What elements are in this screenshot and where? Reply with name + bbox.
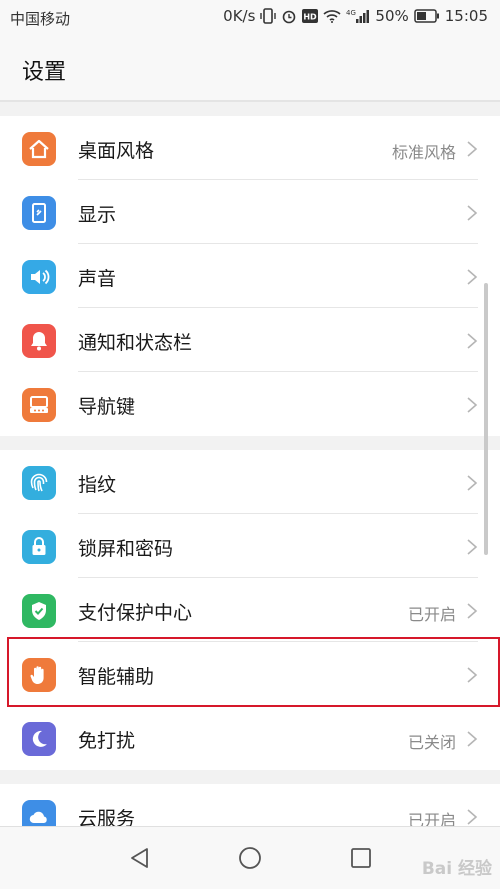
network-type-label: 4G bbox=[346, 9, 356, 17]
setting-row-display[interactable]: 显示 bbox=[0, 180, 500, 244]
wifi-icon bbox=[323, 9, 341, 23]
back-triangle-icon bbox=[131, 848, 148, 868]
battery-icon bbox=[414, 9, 440, 23]
setting-row-fingerprint[interactable]: 指纹 bbox=[0, 450, 500, 514]
chevron-right-icon bbox=[467, 731, 478, 747]
chevron-right-icon bbox=[467, 809, 478, 825]
group-gap bbox=[0, 102, 500, 116]
chevron-right-icon bbox=[467, 539, 478, 555]
setting-row-sound[interactable]: 声音 bbox=[0, 244, 500, 308]
setting-row-payment-protection[interactable]: 支付保护中心 已开启 bbox=[0, 578, 500, 642]
chevron-right-icon bbox=[467, 333, 478, 349]
page-title: 设置 bbox=[22, 60, 67, 85]
carrier-label: 中国移动 bbox=[10, 10, 71, 28]
group-gap bbox=[0, 770, 500, 784]
recent-square-icon bbox=[351, 848, 371, 868]
alarm-icon bbox=[281, 8, 297, 24]
display-icon bbox=[22, 196, 56, 230]
setting-row-lock-screen[interactable]: 锁屏和密码 bbox=[0, 514, 500, 578]
clock: 15:05 bbox=[444, 7, 488, 25]
setting-label: 通知和状态栏 bbox=[78, 332, 193, 354]
fingerprint-icon bbox=[22, 466, 56, 500]
setting-label: 桌面风格 bbox=[78, 140, 155, 162]
chevron-right-icon bbox=[467, 603, 478, 619]
baidu-watermark: Bai 经验 bbox=[421, 859, 492, 879]
svg-text:HD: HD bbox=[304, 13, 318, 22]
home-icon bbox=[22, 132, 56, 166]
home-circle-icon bbox=[239, 847, 261, 869]
network-speed: 0K/s bbox=[223, 7, 256, 25]
status-bar: 中国移动 0K/s HD 4G 50% 15:05 bbox=[0, 0, 500, 34]
chevron-right-icon bbox=[467, 397, 478, 413]
setting-label: 智能辅助 bbox=[78, 666, 155, 688]
chevron-right-icon bbox=[467, 205, 478, 221]
settings-list: 桌面风格 标准风格 显示 声音 通知和状态栏 导航键 指纹 锁屏和密码 支付保护… bbox=[0, 102, 500, 848]
setting-value: 已关闭 bbox=[407, 733, 456, 752]
setting-label: 支付保护中心 bbox=[78, 602, 193, 624]
vibrate-icon bbox=[260, 8, 277, 24]
setting-label: 声音 bbox=[78, 268, 117, 290]
recent-apps-button[interactable] bbox=[348, 845, 374, 871]
moon-icon bbox=[22, 722, 56, 756]
setting-label: 锁屏和密码 bbox=[78, 538, 174, 560]
setting-label: 导航键 bbox=[78, 396, 136, 418]
setting-value: 已开启 bbox=[407, 605, 456, 624]
status-icons: 0K/s HD 4G 50% 15:05 bbox=[223, 7, 488, 25]
setting-row-smart-assistance[interactable]: 智能辅助 bbox=[0, 642, 500, 706]
chevron-right-icon bbox=[467, 667, 478, 683]
speaker-icon bbox=[22, 260, 56, 294]
navigation-bar: Bai 经验 bbox=[0, 826, 500, 889]
setting-row-notifications[interactable]: 通知和状态栏 bbox=[0, 308, 500, 372]
home-button[interactable] bbox=[237, 845, 263, 871]
group-gap bbox=[0, 436, 500, 450]
signal-icon: 4G bbox=[346, 8, 370, 24]
chevron-right-icon bbox=[467, 141, 478, 157]
shield-check-icon bbox=[22, 594, 56, 628]
setting-value: 标准风格 bbox=[391, 143, 456, 162]
bell-icon bbox=[22, 324, 56, 358]
back-button[interactable] bbox=[126, 845, 152, 871]
setting-row-desktop-style[interactable]: 桌面风格 标准风格 bbox=[0, 116, 500, 180]
setting-label: 指纹 bbox=[78, 474, 117, 496]
setting-row-navigation-keys[interactable]: 导航键 bbox=[0, 372, 500, 436]
setting-label: 免打扰 bbox=[78, 730, 136, 752]
hd-icon: HD bbox=[302, 9, 319, 23]
battery-percent: 50% bbox=[375, 7, 409, 25]
setting-label: 显示 bbox=[78, 204, 117, 226]
lock-icon bbox=[22, 530, 56, 564]
settings-header: 设置 bbox=[0, 34, 500, 102]
scrollbar[interactable] bbox=[484, 283, 488, 555]
hand-icon bbox=[22, 658, 56, 692]
chevron-right-icon bbox=[467, 269, 478, 285]
setting-row-do-not-disturb[interactable]: 免打扰 已关闭 bbox=[0, 706, 500, 770]
navigation-key-icon bbox=[22, 388, 56, 422]
chevron-right-icon bbox=[467, 475, 478, 491]
